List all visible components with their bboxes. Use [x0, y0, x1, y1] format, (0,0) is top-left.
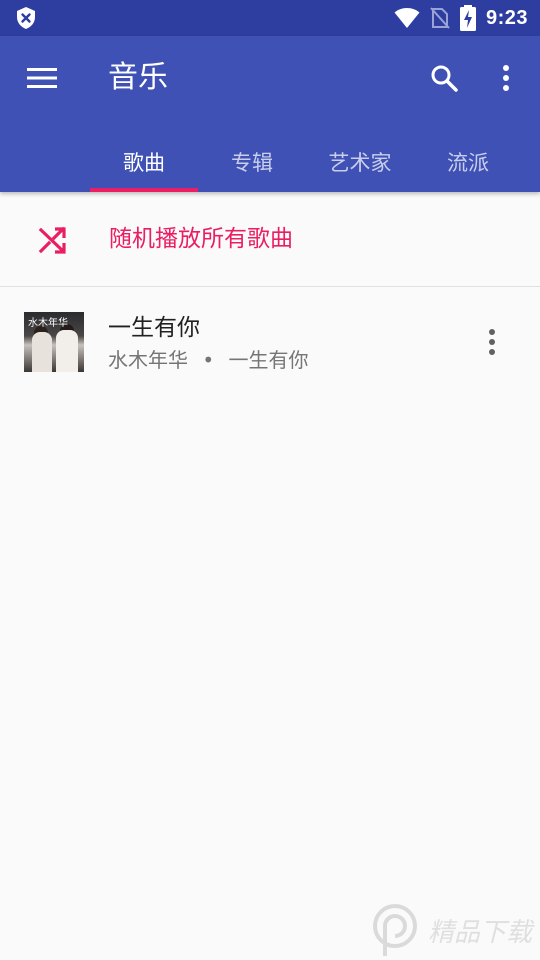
- song-separator: •: [202, 348, 215, 372]
- more-vert-icon: [503, 65, 509, 91]
- tab-bar: 歌曲 专辑 艺术家 流派: [90, 132, 522, 192]
- tab-albums[interactable]: 专辑: [198, 132, 306, 192]
- shuffle-icon: [38, 226, 66, 254]
- status-bar: 9:23: [0, 0, 540, 36]
- no-sim-icon: [430, 7, 450, 29]
- menu-button[interactable]: [20, 56, 64, 100]
- album-cover-text: 水木年华: [28, 318, 68, 329]
- watermark-logo-icon: [373, 904, 417, 956]
- search-icon: [431, 65, 458, 92]
- watermark: 精品下载: [370, 900, 540, 960]
- song-album: 一生有你: [228, 348, 309, 372]
- song-artist: 水木年华: [108, 348, 188, 372]
- page-title: 音乐: [108, 60, 168, 95]
- watermark-text: 精品下载: [428, 918, 533, 948]
- battery-charging-icon: [459, 5, 476, 31]
- menu-icon: [27, 68, 57, 88]
- shield-icon: [17, 7, 35, 29]
- tab-artists[interactable]: 艺术家: [306, 132, 414, 192]
- song-more-button[interactable]: [476, 322, 508, 362]
- app-bar: 音乐 歌曲 专辑 艺术家 流派: [0, 36, 540, 192]
- shuffle-all-button[interactable]: 随机播放所有歌曲: [0, 192, 540, 287]
- song-subtitle: 水木年华 • 一生有你: [108, 346, 309, 374]
- tab-songs[interactable]: 歌曲: [90, 132, 198, 192]
- more-options-button[interactable]: [484, 56, 528, 100]
- song-title: 一生有你: [108, 315, 200, 341]
- tab-genres[interactable]: 流派: [414, 132, 522, 192]
- wifi-icon: [394, 8, 420, 28]
- more-vert-icon: [489, 329, 495, 355]
- search-button[interactable]: [420, 56, 468, 100]
- album-cover: 水木年华: [24, 312, 84, 372]
- shuffle-all-label: 随机播放所有歌曲: [109, 226, 293, 252]
- status-time: 9:23: [485, 6, 528, 29]
- song-list-item[interactable]: 水木年华 一生有你 水木年华 • 一生有你: [0, 288, 540, 396]
